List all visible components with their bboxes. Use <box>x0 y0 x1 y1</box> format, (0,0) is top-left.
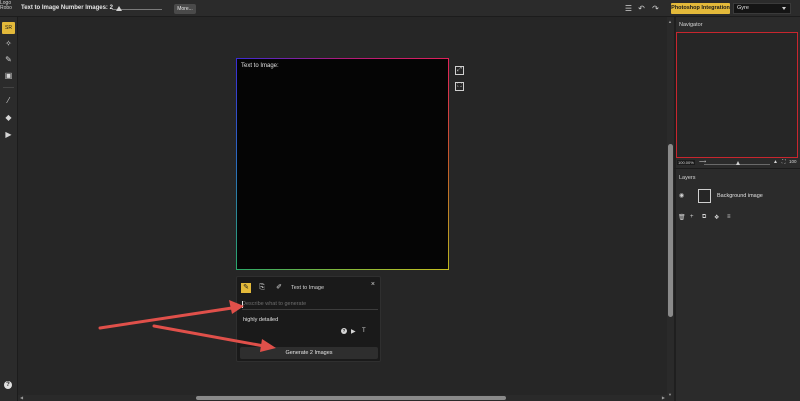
navigator-title: Navigator <box>679 22 703 28</box>
canvas-border-bottom <box>236 269 449 270</box>
inpaint-mode-icon[interactable]: ✐ <box>274 283 284 293</box>
prompt-input[interactable] <box>242 299 378 310</box>
help-icon[interactable]: ? <box>4 381 12 389</box>
zoom-slider-thumb[interactable] <box>736 161 740 165</box>
horizontal-scrollbar-thumb[interactable] <box>196 396 506 400</box>
text-cursor <box>242 301 243 308</box>
canvas-border-left <box>236 58 237 270</box>
photoshop-integration-button[interactable]: Photoshop Integration <box>671 3 730 14</box>
number-images-label: Text to Image Number Images: 2 <box>21 5 113 11</box>
prompt-panel: ✎ ⎘ ✐ Text to Image × highly detailed ? … <box>236 276 381 362</box>
scroll-up-icon[interactable]: ▲ <box>668 19 672 24</box>
brush-icon[interactable]: ⁄ <box>2 95 15 107</box>
chevron-down-icon <box>782 7 786 10</box>
text-to-image-mode-icon[interactable]: ✎ <box>241 283 251 293</box>
canvas-horizontal-scrollbar[interactable]: ◀ ▶ <box>18 395 667 401</box>
trash-icon[interactable]: 🗑 <box>678 214 686 221</box>
layer-menu-icon[interactable]: ≡ <box>727 214 731 220</box>
scroll-down-icon[interactable]: ▼ <box>668 392 672 397</box>
zoom-in-icon[interactable]: ▲ <box>773 159 778 165</box>
canvas-title: Text to Image: <box>241 63 279 69</box>
scroll-left-icon[interactable]: ◀ <box>20 395 23 401</box>
layers-title: Layers <box>679 175 696 181</box>
arrow-to-prompt-input <box>98 300 244 330</box>
model-select-value: Gyre <box>737 5 749 11</box>
model-select[interactable]: Gyre <box>733 3 791 14</box>
pencil-icon[interactable]: ✎ <box>2 54 15 66</box>
generate-button[interactable]: Generate 2 Images <box>240 347 378 359</box>
canvas-border-top <box>236 58 449 59</box>
layer-name: Background image <box>717 193 763 199</box>
prompt-mode-title: Text to Image <box>291 285 325 291</box>
eye-icon[interactable]: ◉ <box>679 192 684 199</box>
duplicate-icon[interactable]: ⧉ <box>702 214 706 221</box>
play-icon[interactable]: ▶ <box>351 328 356 335</box>
frame-icon[interactable]: ▣ <box>2 70 15 82</box>
add-layer-icon[interactable]: + <box>690 214 694 220</box>
toolbar-divider <box>3 87 14 88</box>
more-button[interactable]: More... <box>174 4 196 14</box>
menu-icon[interactable]: ☰ <box>624 4 633 13</box>
right-panel: Navigator 100.00% ⟿ ▲ ⛶ 100 Layers ◉ Bac… <box>674 17 800 401</box>
vertical-scrollbar-thumb[interactable] <box>668 144 673 317</box>
layer-row[interactable]: ◉ Background image <box>678 188 796 204</box>
expand-icon[interactable]: ⤢ <box>455 66 464 75</box>
merge-icon[interactable]: ❖ <box>714 214 719 221</box>
panel-divider <box>674 168 800 169</box>
redo-icon[interactable]: ↷ <box>651 4 660 13</box>
navigator-zoom-right: 100 <box>789 159 797 164</box>
pointer-icon[interactable]: ▶ <box>2 129 15 141</box>
magic-wand-icon[interactable]: ✧ <box>2 38 15 50</box>
help-circle-icon[interactable]: ? <box>341 328 347 334</box>
image-to-image-mode-icon[interactable]: ⎘ <box>257 283 267 293</box>
fit-icon[interactable]: ⛶ <box>455 82 464 91</box>
layer-thumbnail <box>698 189 711 203</box>
canvas-vertical-scrollbar[interactable]: ▲ ▼ <box>667 17 674 401</box>
style-text[interactable]: highly detailed <box>243 317 278 323</box>
logo: Logo Robo <box>0 0 12 11</box>
navigator-zoom-value: 100.00% <box>677 160 695 165</box>
close-icon[interactable]: × <box>371 281 375 288</box>
navigator-preview[interactable] <box>676 32 798 158</box>
number-images-slider-thumb[interactable] <box>116 6 122 11</box>
scroll-right-icon[interactable]: ▶ <box>662 395 665 401</box>
top-bar: Logo Robo Text to Image Number Images: 2… <box>0 0 800 17</box>
text-tool-icon[interactable]: T <box>362 328 366 334</box>
canvas-border-right <box>448 58 449 270</box>
left-toolbar: SR ✧ ✎ ▣ ⁄ ◆ ▶ <box>0 17 18 401</box>
fit-screen-icon[interactable]: ⛶ <box>782 159 786 165</box>
tool-super-resolution[interactable]: SR <box>2 22 15 34</box>
eraser-icon[interactable]: ◆ <box>2 112 15 124</box>
generation-canvas[interactable]: Text to Image: <box>236 58 449 270</box>
undo-icon[interactable]: ↶ <box>637 4 646 13</box>
